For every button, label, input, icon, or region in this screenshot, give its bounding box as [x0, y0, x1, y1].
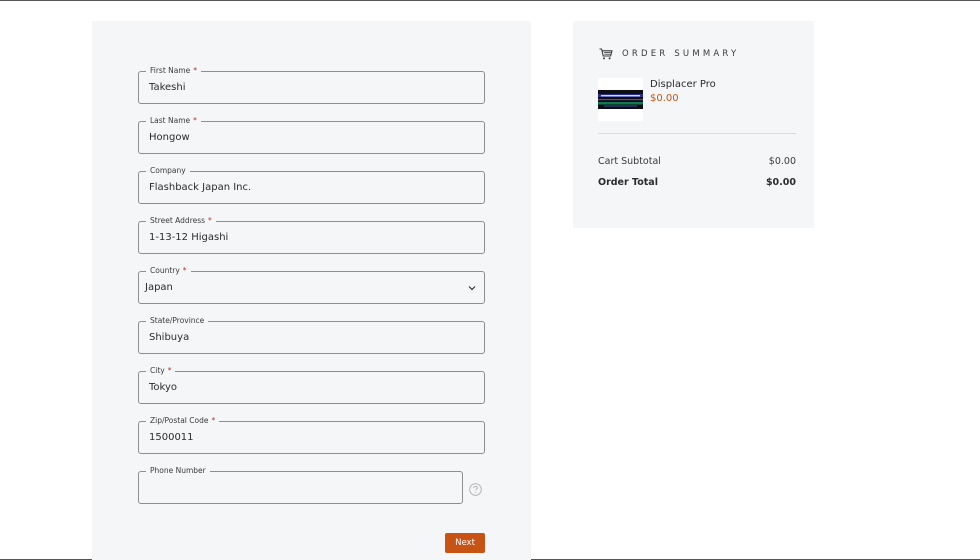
city-value: Tokyo: [149, 382, 177, 393]
city-field[interactable]: City * Tokyo: [138, 366, 485, 404]
summary-divider: [598, 133, 796, 134]
street-address-label: Street Address *: [146, 216, 216, 226]
first-name-label: First Name *: [146, 66, 202, 76]
order-summary-title: ORDER SUMMARY: [622, 49, 740, 59]
country-value: Japan: [145, 282, 173, 293]
last-name-field[interactable]: Last Name * Hongow: [138, 116, 485, 154]
street-address-value: 1-13-12 Higashi: [149, 232, 229, 243]
cart-subtotal-label: Cart Subtotal: [598, 156, 661, 167]
state-province-label: State/Province: [146, 316, 209, 326]
first-name-value: Takeshi: [149, 82, 186, 93]
phone-number-field[interactable]: Phone Number: [138, 466, 463, 504]
company-field[interactable]: Company Flashback Japan Inc.: [138, 166, 485, 204]
product-thumbnail: [598, 78, 643, 121]
product-price: $0.00: [650, 93, 679, 104]
shopping-cart-icon: [599, 48, 613, 60]
chevron-down-icon[interactable]: [467, 284, 477, 292]
order-summary-panel: ORDER SUMMARY Displacer Pro $0.00 Cart S…: [573, 21, 814, 228]
required-marker: *: [193, 66, 198, 75]
company-value: Flashback Japan Inc.: [149, 182, 252, 193]
state-province-value: Shibuya: [149, 332, 190, 343]
cart-subtotal-value: $0.00: [768, 156, 796, 167]
required-marker: *: [208, 216, 212, 225]
last-name-value: Hongow: [149, 132, 190, 143]
product-name: Displacer Pro: [650, 79, 716, 90]
street-address-field[interactable]: Street Address * 1-13-12 Higashi: [138, 216, 485, 254]
shipping-form-panel: First Name * Takeshi Last Name * Hongow Co…: [92, 21, 531, 560]
required-marker: *: [167, 366, 172, 375]
country-label: Country *: [146, 266, 191, 276]
required-marker: *: [211, 416, 216, 425]
zip-postal-code-value: 1500011: [149, 432, 194, 443]
required-marker: *: [182, 266, 187, 275]
order-total-value: $0.00: [765, 177, 796, 188]
zip-postal-code-field[interactable]: Zip/Postal Code * 1500011: [138, 416, 485, 454]
country-select[interactable]: Country * Japan: [138, 266, 485, 304]
required-marker: *: [193, 116, 197, 125]
first-name-field[interactable]: First Name * Takeshi: [138, 66, 485, 104]
last-name-label: Last Name *: [146, 116, 201, 126]
order-total-label: Order Total: [598, 177, 658, 188]
zip-postal-code-label: Zip/Postal Code *: [146, 416, 220, 426]
city-label: City *: [146, 366, 176, 376]
company-label: Company: [146, 166, 190, 176]
question-circle-icon[interactable]: [469, 483, 482, 496]
phone-number-label: Phone Number: [146, 466, 210, 476]
state-province-field[interactable]: State/Province Shibuya: [138, 316, 485, 354]
next-button[interactable]: Next: [445, 533, 485, 553]
